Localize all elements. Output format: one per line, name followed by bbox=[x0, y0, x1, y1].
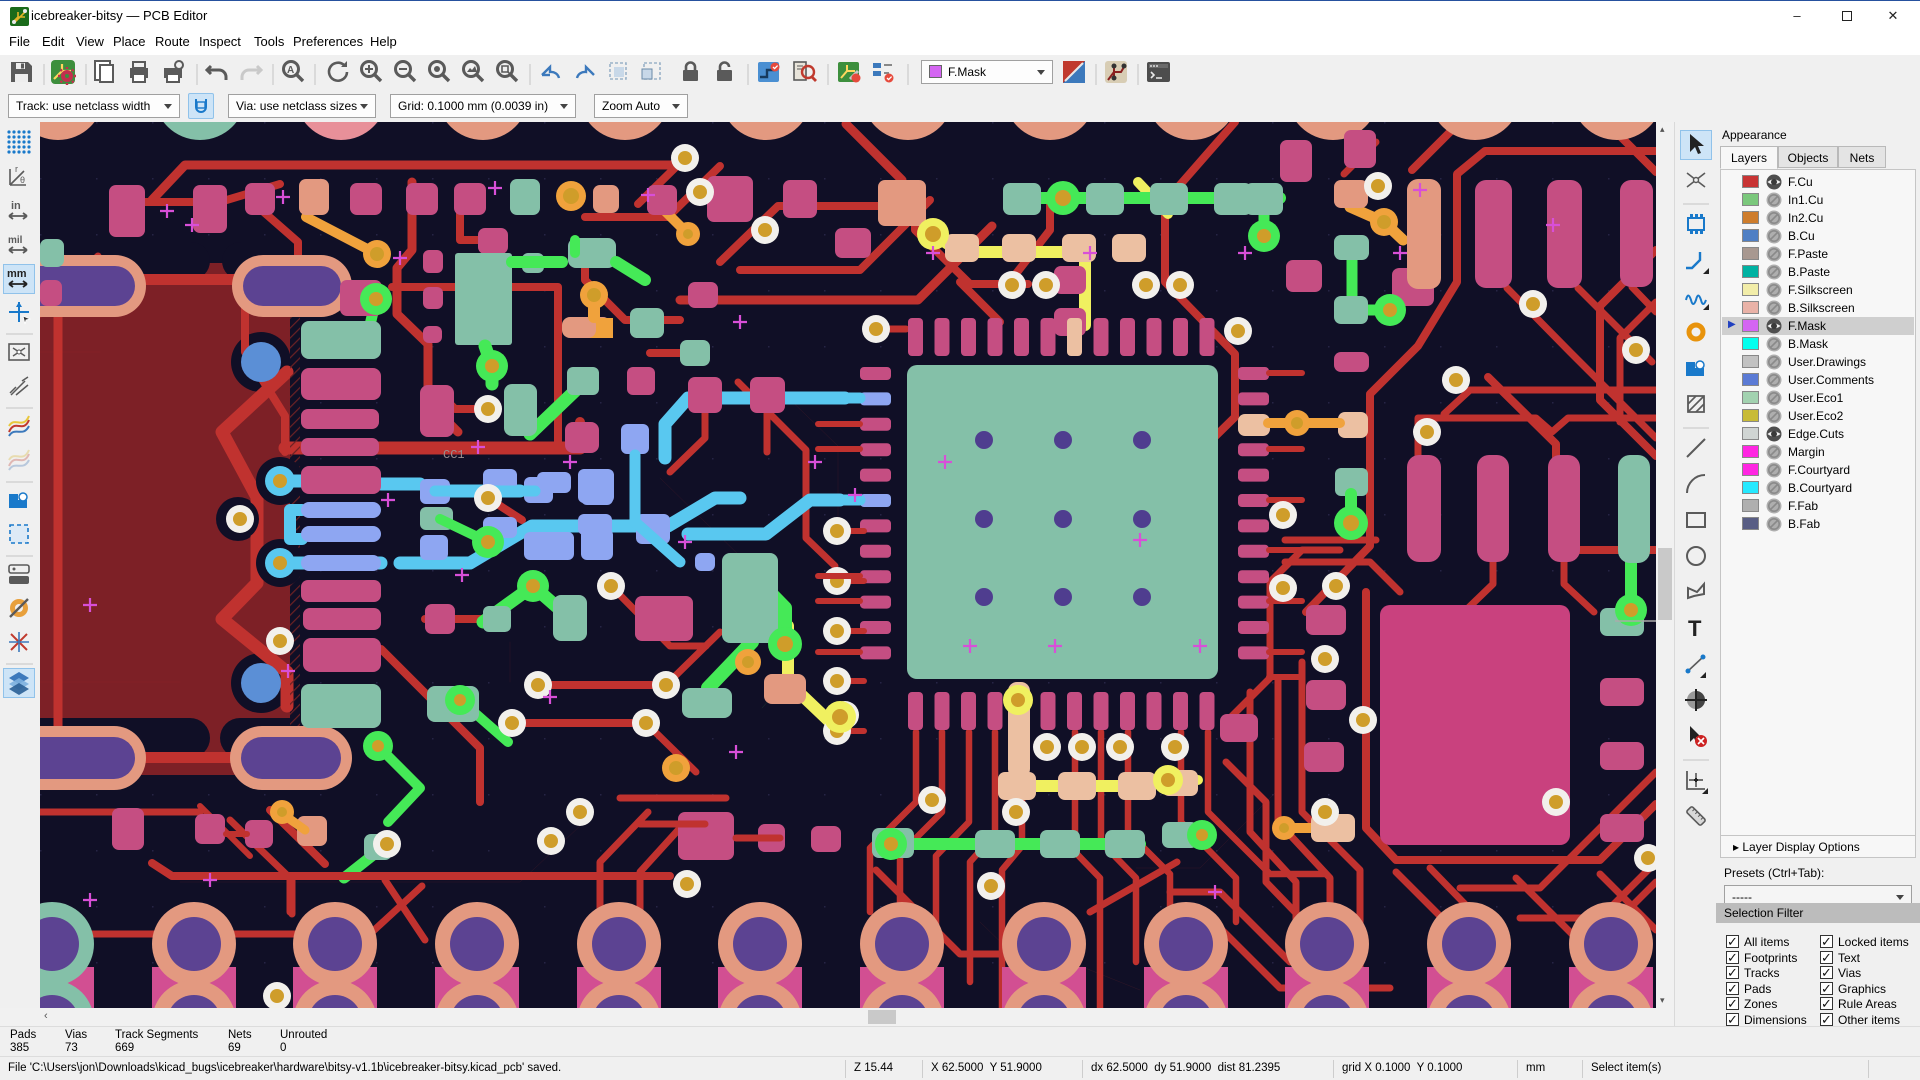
svg-text:mil: mil bbox=[8, 235, 23, 246]
svg-text:CC1: CC1 bbox=[443, 448, 465, 462]
svg-text:T: T bbox=[1688, 616, 1702, 641]
svg-text:A: A bbox=[287, 65, 294, 76]
svg-text:mm: mm bbox=[7, 268, 27, 280]
svg-text:θ: θ bbox=[20, 175, 25, 185]
svg-text:r: r bbox=[15, 164, 18, 174]
svg-text:in: in bbox=[11, 200, 21, 212]
